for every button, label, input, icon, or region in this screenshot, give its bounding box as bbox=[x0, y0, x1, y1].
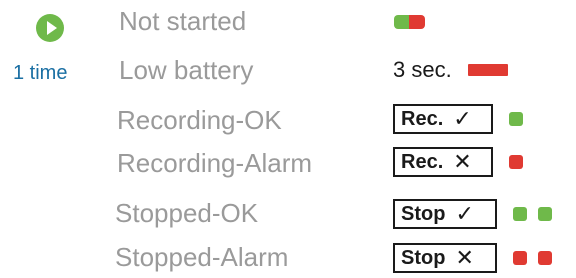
rec-ok-green-dot bbox=[509, 112, 523, 126]
rec-alarm-badge: Rec. ✕ bbox=[393, 147, 493, 177]
rec-alarm-label: Rec. bbox=[401, 150, 444, 173]
state-label-low-battery: Low battery bbox=[119, 55, 254, 85]
low-battery-duration: 3 sec. bbox=[393, 57, 452, 82]
state-label-stopped-ok: Stopped-OK bbox=[115, 198, 259, 228]
not-started-green-half bbox=[394, 15, 410, 29]
stop-alarm-label: Stop bbox=[401, 246, 446, 269]
check-icon: ✓ bbox=[453, 106, 472, 131]
cross-icon: ✕ bbox=[455, 245, 474, 270]
stop-alarm-red-dot-1 bbox=[513, 251, 527, 265]
cross-icon: ✕ bbox=[453, 149, 472, 174]
play-icon bbox=[36, 14, 64, 42]
rec-ok-badge: Rec. ✓ bbox=[393, 104, 493, 134]
stop-ok-green-dot-2 bbox=[538, 207, 552, 221]
state-label-stopped-alarm: Stopped-Alarm bbox=[115, 242, 289, 272]
times-label: 1 time bbox=[13, 62, 68, 84]
check-icon: ✓ bbox=[455, 201, 474, 226]
stop-ok-label: Stop bbox=[401, 202, 446, 225]
rec-ok-label: Rec. bbox=[401, 107, 444, 130]
state-label-not-started: Not started bbox=[119, 6, 247, 36]
state-label-recording-alarm: Recording-Alarm bbox=[117, 148, 313, 178]
stop-ok-green-dot-1 bbox=[513, 207, 527, 221]
rec-alarm-red-dot bbox=[509, 155, 523, 169]
stop-ok-badge: Stop ✓ bbox=[393, 199, 497, 229]
state-label-recording-ok: Recording-OK bbox=[117, 105, 282, 135]
low-battery-red-bar bbox=[468, 64, 508, 76]
stop-alarm-red-dot-2 bbox=[538, 251, 552, 265]
not-started-red-half bbox=[409, 15, 425, 29]
stop-alarm-badge: Stop ✕ bbox=[393, 243, 497, 273]
